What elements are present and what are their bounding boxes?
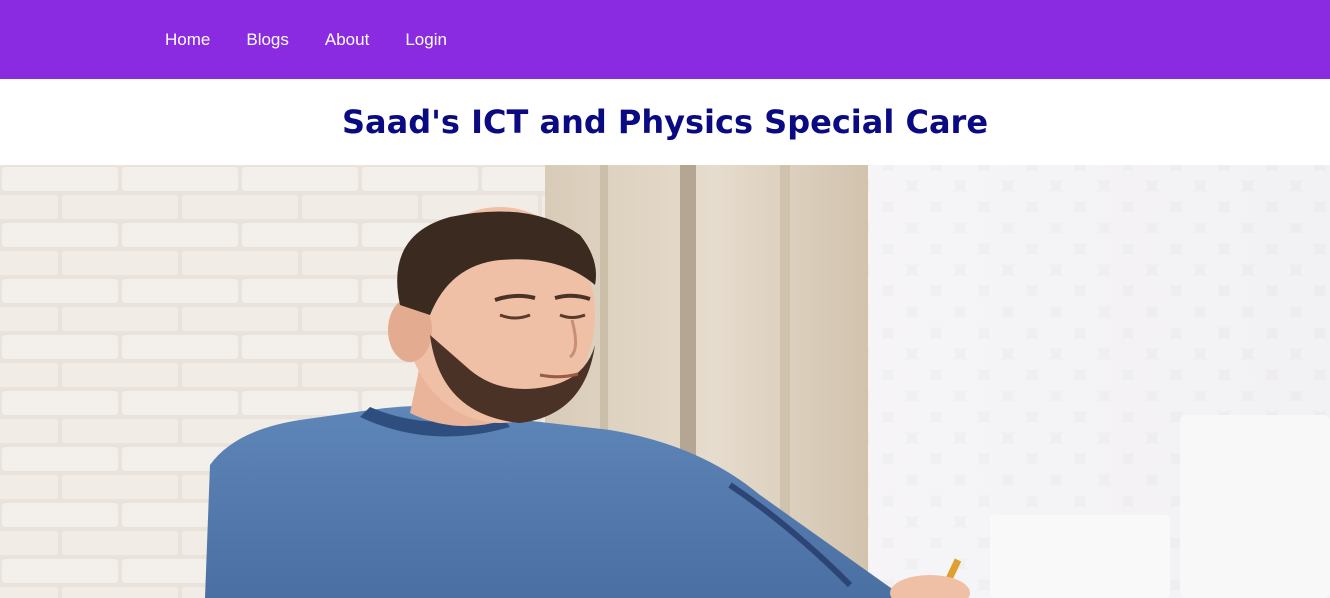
page-title: Saad's ICT and Physics Special Care <box>341 103 989 141</box>
man-studying-photo-icon <box>0 165 1330 598</box>
nav-about-link[interactable]: About <box>325 30 369 50</box>
nav-login-link[interactable]: Login <box>405 30 447 50</box>
title-section: Saad's ICT and Physics Special Care <box>0 79 1330 165</box>
top-navbar: Home Blogs About Login <box>0 0 1330 79</box>
hero-image <box>0 165 1330 598</box>
nav-home-link[interactable]: Home <box>165 30 210 50</box>
nav-blogs-link[interactable]: Blogs <box>246 30 289 50</box>
